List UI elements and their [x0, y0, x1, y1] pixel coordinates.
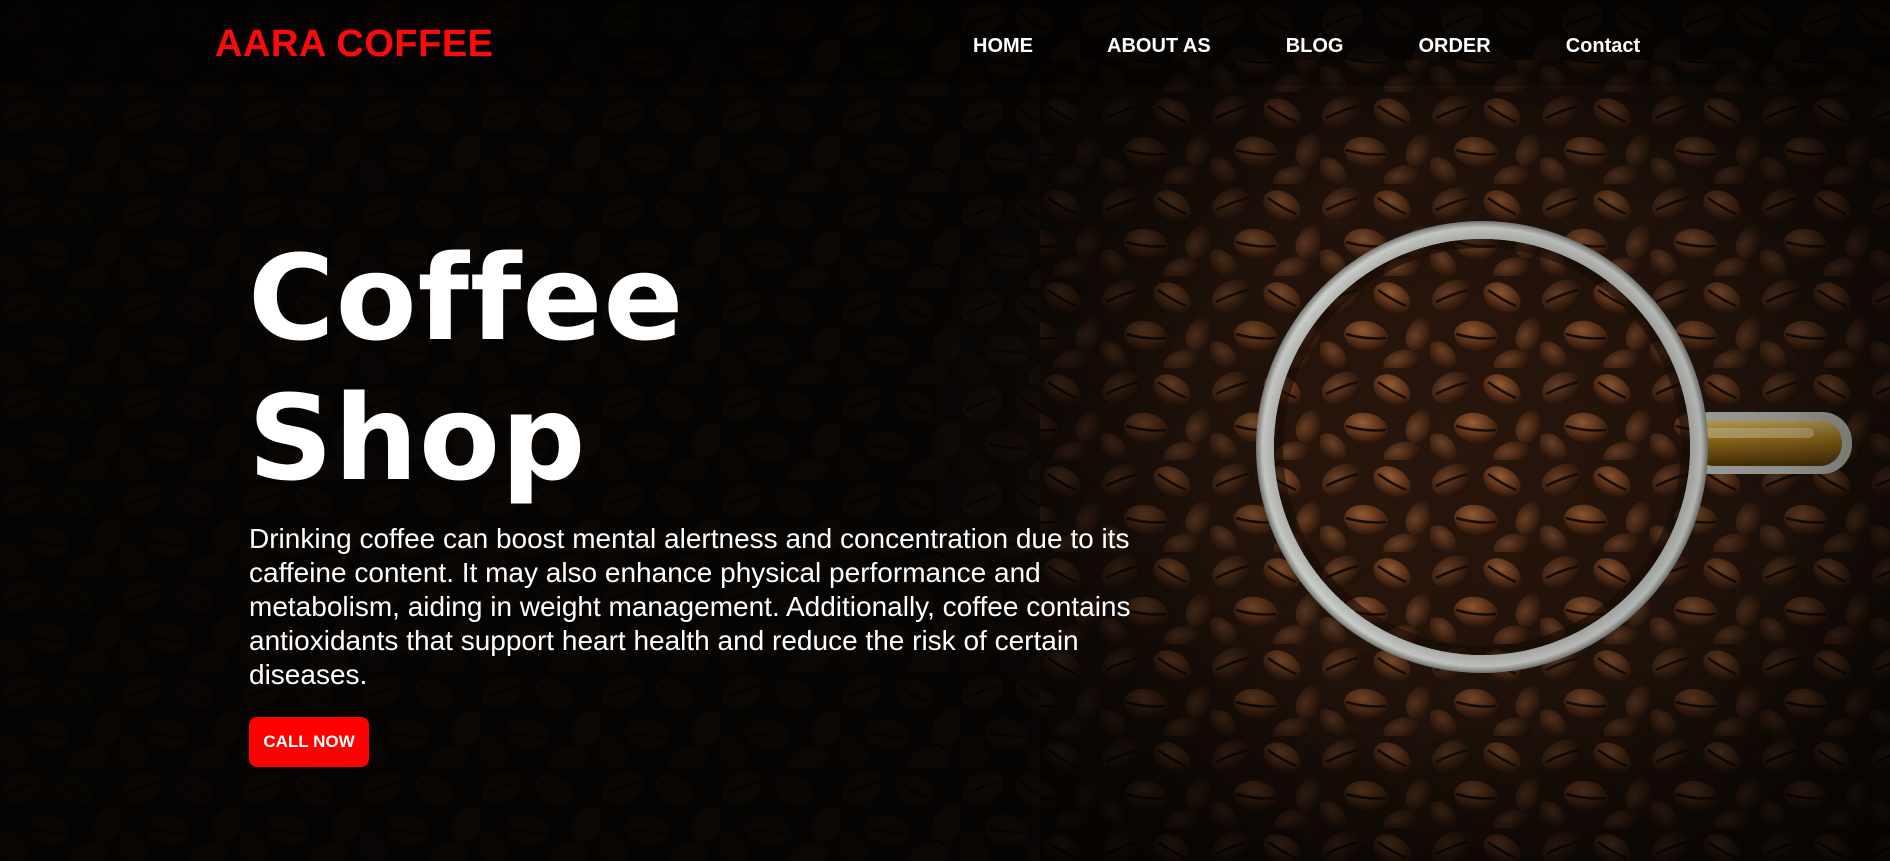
nav-item-about[interactable]: ABOUT AS: [1107, 34, 1211, 58]
hero-title-line-1: Coffee: [248, 229, 685, 367]
call-now-button[interactable]: CALL NOW: [249, 717, 369, 767]
hero-title-line-2: Shop: [248, 369, 587, 507]
nav-item-contact[interactable]: Contact: [1566, 34, 1640, 58]
hero-title: Coffee Shop: [248, 228, 684, 508]
site-header: AARA COFFEE HOME ABOUT AS BLOG ORDER Con…: [0, 0, 1890, 86]
brand-logo[interactable]: AARA COFFEE: [215, 22, 494, 66]
page: AARA COFFEE HOME ABOUT AS BLOG ORDER Con…: [0, 0, 1890, 861]
nav-item-order[interactable]: ORDER: [1418, 34, 1490, 58]
nav-item-blog[interactable]: BLOG: [1286, 34, 1344, 58]
nav-item-home[interactable]: HOME: [973, 34, 1033, 58]
main-nav: HOME ABOUT AS BLOG ORDER Contact: [973, 34, 1640, 58]
hero-description: Drinking coffee can boost mental alertne…: [249, 523, 1131, 690]
